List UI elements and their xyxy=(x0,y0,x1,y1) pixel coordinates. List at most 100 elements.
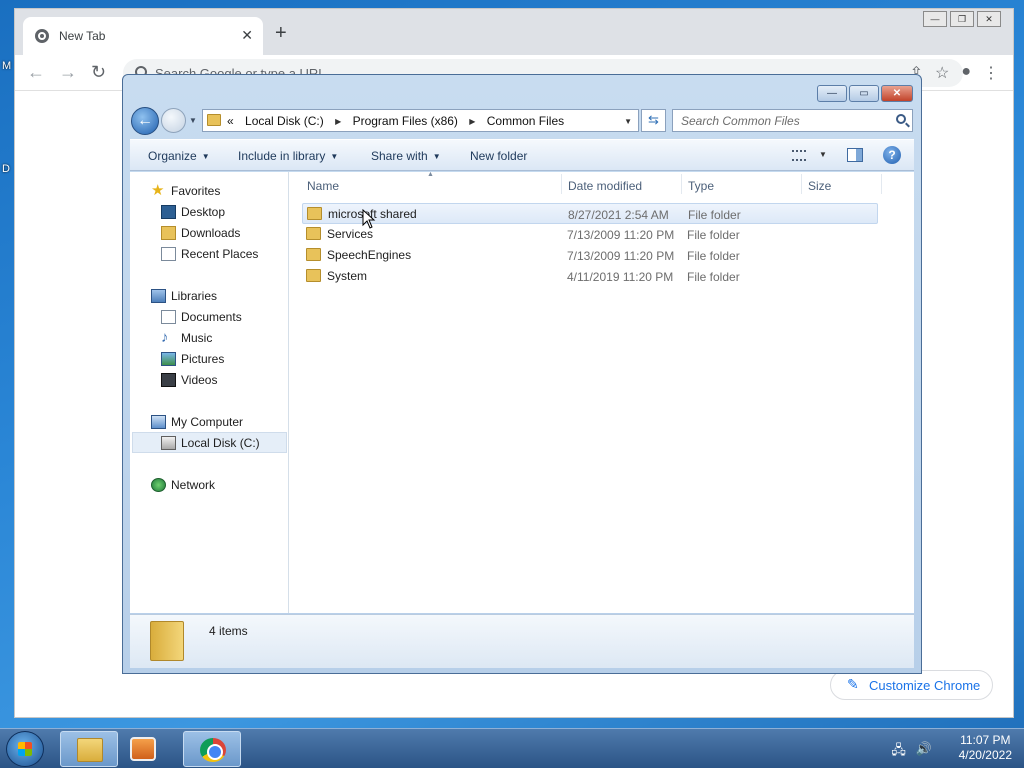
nav-pictures-label: Pictures xyxy=(181,352,225,366)
forward-button[interactable] xyxy=(161,108,186,133)
pencil-icon: ✎ xyxy=(847,676,859,692)
explorer-maximize-button[interactable]: ▭ xyxy=(849,85,879,102)
documents-icon xyxy=(161,310,176,324)
breadcrumb: « Local Disk (C:) ▶ Program Files (x86) … xyxy=(227,114,564,128)
nav-music[interactable]: ♪ Music xyxy=(161,330,213,345)
explorer-minimize-button[interactable]: — xyxy=(817,85,847,102)
change-view-icon[interactable] xyxy=(792,150,806,161)
network-tray-icon[interactable]: 🖧 xyxy=(891,741,906,763)
media-player-icon xyxy=(130,737,156,761)
chevron-right-icon[interactable]: ▶ xyxy=(469,117,475,126)
close-button[interactable]: ✕ xyxy=(977,11,1001,27)
chevron-right-icon[interactable]: ▶ xyxy=(335,117,341,126)
tab-strip: New Tab ✕ + — ❐ ✕ xyxy=(15,9,1013,55)
column-date-modified[interactable]: Date modified xyxy=(568,179,642,193)
nav-pictures[interactable]: Pictures xyxy=(161,352,225,366)
minimize-button[interactable]: — xyxy=(923,11,947,27)
nav-music-label: Music xyxy=(181,331,213,345)
explorer-close-button[interactable]: ✕ xyxy=(881,85,913,102)
chevron-down-icon[interactable]: ▼ xyxy=(819,150,827,159)
column-headers: ▲ Name Date modified Type Size xyxy=(289,171,914,196)
bookmark-star-icon[interactable]: ☆ xyxy=(935,63,949,83)
preview-pane-icon[interactable] xyxy=(847,148,863,162)
profile-icon[interactable]: ● xyxy=(961,63,971,83)
table-row[interactable]: Services 7/13/2009 11:20 PM File folder xyxy=(302,224,878,245)
explorer-caption-buttons: — ▭ ✕ xyxy=(817,85,913,102)
customize-chrome-button[interactable]: ✎ Customize Chrome xyxy=(830,670,993,700)
address-dropdown-icon[interactable]: ▼ xyxy=(624,117,632,126)
back-button[interactable]: ← xyxy=(27,63,45,81)
nav-recent-places[interactable]: Recent Places xyxy=(161,247,258,261)
refresh-button[interactable]: ⇆ xyxy=(641,109,666,132)
breadcrumb-program-files[interactable]: Program Files (x86) xyxy=(353,114,458,128)
folder-icon xyxy=(306,227,321,240)
history-dropdown-icon[interactable]: ▼ xyxy=(189,116,197,125)
nav-network[interactable]: Network xyxy=(151,478,216,492)
pictures-icon xyxy=(161,352,176,366)
tab-new-tab[interactable]: New Tab ✕ xyxy=(23,17,263,55)
nav-downloads[interactable]: Downloads xyxy=(161,226,240,240)
toolbar-right-icons: ⇪ ☆ ● ⋮ xyxy=(910,63,999,83)
music-note-icon: ♪ xyxy=(161,329,169,346)
table-row[interactable]: SpeechEngines 7/13/2009 11:20 PM File fo… xyxy=(302,245,878,266)
taskbar-chrome-button[interactable] xyxy=(183,731,241,767)
chevron-down-icon: ▼ xyxy=(201,152,210,161)
file-name: SpeechEngines xyxy=(327,248,412,262)
address-bar[interactable]: « Local Disk (C:) ▶ Program Files (x86) … xyxy=(202,109,639,132)
column-size[interactable]: Size xyxy=(808,179,831,193)
nav-favorites[interactable]: ★ Favorites xyxy=(151,183,220,198)
tab-close-icon[interactable]: ✕ xyxy=(241,27,253,44)
file-date: 4/11/2019 11:20 PM xyxy=(567,270,674,284)
search-input[interactable]: Search Common Files xyxy=(672,109,913,132)
nav-documents[interactable]: Documents xyxy=(161,310,242,324)
customize-chrome-label: Customize Chrome xyxy=(869,678,981,693)
chevron-down-icon: ▼ xyxy=(330,152,339,161)
details-pane: 4 items xyxy=(130,614,914,668)
nav-my-computer[interactable]: My Computer xyxy=(151,415,243,429)
taskbar-explorer-button[interactable] xyxy=(60,731,118,767)
reload-button[interactable]: ↻ xyxy=(91,63,106,81)
new-tab-button[interactable]: + xyxy=(275,23,287,43)
organize-label: Organize xyxy=(148,149,197,163)
breadcrumb-local-disk[interactable]: Local Disk (C:) xyxy=(245,114,324,128)
help-icon[interactable]: ? xyxy=(883,146,901,164)
back-arrow-icon[interactable]: ← xyxy=(131,107,159,135)
sort-arrow-icon: ▲ xyxy=(427,171,434,178)
organize-button[interactable]: Organize ▼ xyxy=(148,149,210,163)
column-divider[interactable] xyxy=(801,174,802,194)
column-type[interactable]: Type xyxy=(688,179,714,193)
file-type: File folder xyxy=(687,228,740,242)
tab-title: New Tab xyxy=(59,29,106,43)
clock[interactable]: 11:07 PM 4/20/2022 xyxy=(959,733,1012,763)
nav-videos-label: Videos xyxy=(181,373,218,387)
volume-icon[interactable]: 🔊 xyxy=(916,741,932,763)
explorer-window: — ▭ ✕ ← ▼ « Local Disk (C:) ▶ Program Fi… xyxy=(122,74,922,674)
breadcrumb-common-files[interactable]: Common Files xyxy=(487,114,564,128)
restore-button[interactable]: ❐ xyxy=(950,11,974,27)
table-row[interactable]: System 4/11/2019 11:20 PM File folder xyxy=(302,266,878,287)
column-divider[interactable] xyxy=(881,174,882,194)
column-divider[interactable] xyxy=(561,174,562,194)
nav-desktop[interactable]: Desktop xyxy=(161,205,225,219)
new-folder-button[interactable]: New folder xyxy=(470,149,527,163)
breadcrumb-overflow[interactable]: « xyxy=(227,114,234,128)
nav-videos[interactable]: Videos xyxy=(161,373,218,387)
forward-button[interactable]: → xyxy=(59,63,77,81)
file-type: File folder xyxy=(688,208,741,222)
share-with-button[interactable]: Share with ▼ xyxy=(371,149,441,163)
start-button[interactable] xyxy=(6,731,44,767)
table-row[interactable]: microsoft shared 8/27/2021 2:54 AM File … xyxy=(302,203,878,224)
file-name: System xyxy=(327,269,368,283)
menu-icon[interactable]: ⋮ xyxy=(983,63,999,83)
include-in-library-button[interactable]: Include in library ▼ xyxy=(238,149,338,163)
column-name[interactable]: Name xyxy=(307,179,339,193)
hard-disk-icon xyxy=(161,436,176,450)
taskbar-media-player-button[interactable] xyxy=(120,731,178,767)
nav-libraries[interactable]: Libraries xyxy=(151,289,217,303)
file-list: ▲ Name Date modified Type Size microsoft… xyxy=(289,171,914,613)
nav-local-disk[interactable]: Local Disk (C:) xyxy=(161,436,260,450)
search-icon[interactable] xyxy=(896,114,906,124)
nav-network-label: Network xyxy=(171,478,216,492)
column-divider[interactable] xyxy=(681,174,682,194)
file-date: 7/13/2009 11:20 PM xyxy=(567,249,675,263)
